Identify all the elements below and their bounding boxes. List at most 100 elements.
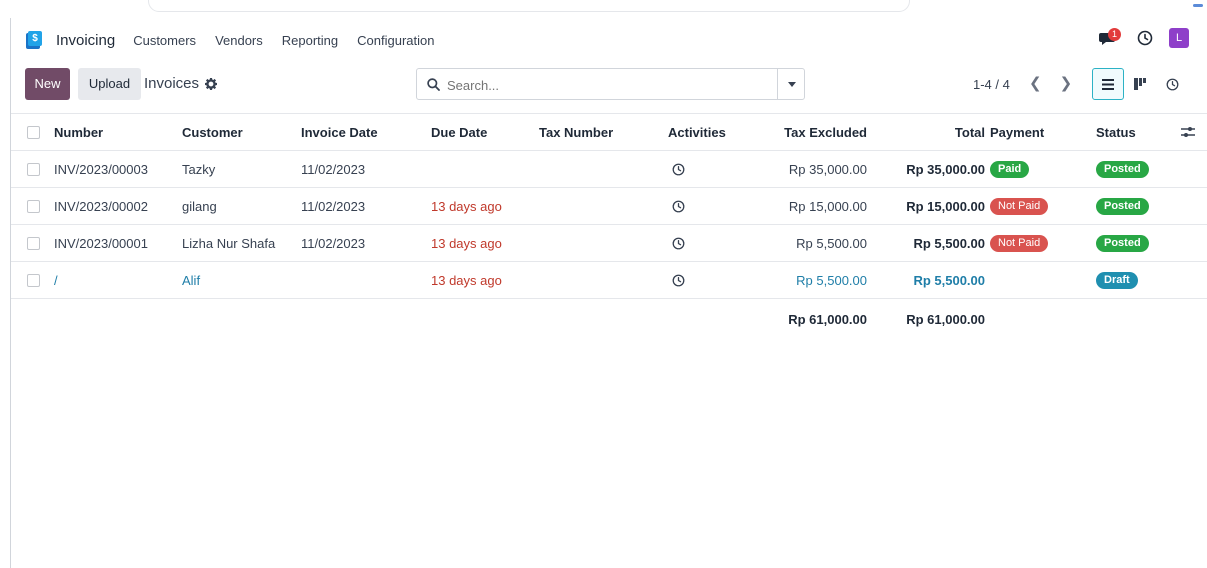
menu-configuration[interactable]: Configuration <box>357 33 434 48</box>
cell-invoice-date: 11/02/2023 <box>301 235 366 251</box>
header-total[interactable]: Total <box>955 114 985 150</box>
invoice-list: Number Customer Invoice Date Due Date Ta… <box>11 113 1207 339</box>
cell-number: INV/2023/00003 <box>54 161 148 177</box>
menu-reporting[interactable]: Reporting <box>282 33 338 48</box>
cell-status: Posted <box>1096 225 1149 261</box>
header-invoice-date[interactable]: Invoice Date <box>301 114 378 150</box>
search-bar[interactable] <box>416 68 805 100</box>
row-select-cell <box>27 262 40 298</box>
row-select-cell <box>27 151 40 187</box>
cell-number: / <box>54 272 58 288</box>
status-badge: Draft <box>1096 271 1138 289</box>
status-badge: Posted <box>1096 160 1149 178</box>
row-checkbox[interactable] <box>27 236 40 250</box>
cell-customer: gilang <box>182 198 217 214</box>
select-all-cell <box>27 114 40 150</box>
header-activities[interactable]: Activities <box>668 114 726 150</box>
payment-badge: Paid <box>990 160 1030 178</box>
pager-value[interactable]: 1-4 / 4 <box>973 77 1010 92</box>
header-number[interactable]: Number <box>54 114 103 150</box>
cell-total: Rp 35,000.00 <box>906 161 985 177</box>
cell-payment: Not Paid <box>990 225 1049 261</box>
activity-view-button[interactable] <box>1156 68 1188 100</box>
new-button[interactable]: New <box>25 68 70 100</box>
row-checkbox[interactable] <box>27 199 40 213</box>
breadcrumb: Invoices <box>144 75 218 92</box>
cell-number: INV/2023/00001 <box>54 235 148 251</box>
caret-down-icon <box>788 82 796 87</box>
table-header: Number Customer Invoice Date Due Date Ta… <box>11 113 1207 151</box>
cell-tax-excluded: Rp 35,000.00 <box>788 161 867 177</box>
pager-previous-icon[interactable]: ❮ <box>1029 74 1042 92</box>
kanban-view-icon <box>1134 78 1146 90</box>
header-customer[interactable]: Customer <box>182 114 243 150</box>
search-icon <box>427 78 440 91</box>
row-checkbox[interactable] <box>27 273 40 287</box>
control-panel: New Upload Invoices 1-4 / 4 ❮ ❯ <box>11 64 1207 104</box>
table-row[interactable]: INV/2023/00003 Tazky 11/02/2023 Rp 35,00… <box>11 151 1207 188</box>
app-icon-front: $ <box>28 31 42 46</box>
user-avatar[interactable]: L <box>1169 28 1189 48</box>
invoicing-app-icon[interactable]: $ <box>26 31 44 49</box>
gear-icon[interactable] <box>205 77 218 90</box>
list-view-button[interactable] <box>1092 68 1124 100</box>
cell-due-date: 13 days ago <box>431 235 502 251</box>
browser-address-pill <box>148 0 910 12</box>
navbar-systray: 1 L <box>1099 28 1189 48</box>
page-title: Invoices <box>144 75 200 92</box>
menu-customers[interactable]: Customers <box>133 33 196 48</box>
status-badge: Posted <box>1096 197 1149 215</box>
cell-total: Rp 5,500.00 <box>913 272 985 288</box>
activity-clock-icon[interactable] <box>672 200 685 213</box>
list-view-icon <box>1102 78 1114 90</box>
top-navbar: $ Invoicing Customers Vendors Reporting … <box>11 22 1207 58</box>
sliders-icon <box>1181 127 1195 137</box>
menu-vendors[interactable]: Vendors <box>215 33 263 48</box>
cell-status: Posted <box>1096 151 1149 187</box>
kanban-view-button[interactable] <box>1124 68 1156 100</box>
status-badge: Posted <box>1096 234 1149 252</box>
table-row[interactable]: INV/2023/00001 Lizha Nur Shafa 11/02/202… <box>11 225 1207 262</box>
row-checkbox[interactable] <box>27 162 40 176</box>
optional-columns-toggle[interactable] <box>1181 114 1195 150</box>
cell-invoice-date: 11/02/2023 <box>301 161 366 177</box>
payment-badge: Not Paid <box>990 197 1049 215</box>
header-due-date[interactable]: Due Date <box>431 114 487 150</box>
activity-clock-icon[interactable] <box>672 237 685 250</box>
clock-view-icon <box>1166 78 1178 90</box>
search-options-toggle[interactable] <box>777 69 805 99</box>
total-tax-excluded: Rp 61,000.00 <box>788 311 867 327</box>
header-payment[interactable]: Payment <box>990 114 1044 150</box>
select-all-checkbox[interactable] <box>27 125 40 139</box>
cell-customer: Alif <box>182 272 201 288</box>
cell-due-date: 13 days ago <box>431 272 502 288</box>
activity-clock-icon[interactable] <box>672 274 685 287</box>
cell-number: INV/2023/00002 <box>54 198 148 214</box>
cell-activities <box>672 262 685 298</box>
header-tax-excluded[interactable]: Tax Excluded <box>784 114 867 150</box>
payment-badge: Not Paid <box>990 234 1049 252</box>
table-row[interactable]: / Alif 13 days ago Rp 5,500.00 Rp 5,500.… <box>11 262 1207 299</box>
pager-next-icon[interactable]: ❯ <box>1060 74 1073 92</box>
upload-button[interactable]: Upload <box>78 68 141 100</box>
cell-invoice-date: 11/02/2023 <box>301 198 366 214</box>
activity-clock-icon[interactable] <box>672 163 685 176</box>
messages-icon[interactable]: 1 <box>1099 28 1121 48</box>
activity-clock-icon[interactable] <box>1137 30 1153 46</box>
cell-activities <box>672 188 685 224</box>
scroll-indicator <box>1193 4 1203 7</box>
app-name[interactable]: Invoicing <box>56 32 115 49</box>
header-tax-number[interactable]: Tax Number <box>539 114 613 150</box>
cell-due-date: 13 days ago <box>431 198 502 214</box>
messages-badge: 1 <box>1108 28 1121 41</box>
cell-payment: Not Paid <box>990 188 1049 224</box>
pager-arrows: ❮ ❯ <box>1029 74 1072 92</box>
header-status[interactable]: Status <box>1096 114 1136 150</box>
table-row[interactable]: INV/2023/00002 gilang 11/02/2023 13 days… <box>11 188 1207 225</box>
row-select-cell <box>27 225 40 261</box>
cell-tax-excluded: Rp 5,500.00 <box>796 272 867 288</box>
cell-total: Rp 5,500.00 <box>913 235 985 251</box>
search-input[interactable] <box>447 75 767 95</box>
cell-tax-excluded: Rp 5,500.00 <box>796 235 867 251</box>
cell-status: Posted <box>1096 188 1149 224</box>
